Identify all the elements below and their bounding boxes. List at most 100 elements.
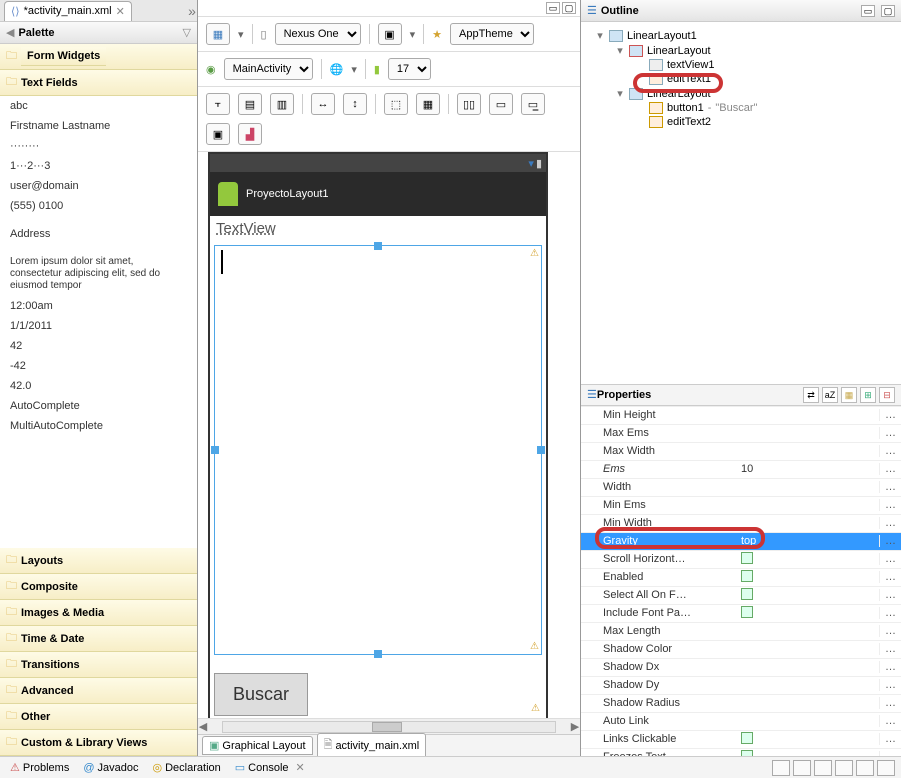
status-btn-4[interactable] — [835, 760, 853, 776]
textview-widget[interactable]: TextView — [210, 216, 546, 241]
theme-select[interactable]: AppTheme — [450, 23, 534, 45]
property-row[interactable]: Shadow Color… — [581, 641, 901, 659]
tool-dist1-icon[interactable]: ▯▯ — [457, 93, 481, 115]
property-row[interactable]: Auto Link… — [581, 713, 901, 731]
palette-item[interactable]: 1···2···3 — [0, 156, 197, 176]
edittext1-widget[interactable]: ⚠ ⚠ — [214, 245, 542, 655]
device-select[interactable]: Nexus One — [275, 23, 361, 45]
palette-item[interactable]: 42.0 — [0, 376, 197, 396]
orientation-icon[interactable]: ▣ — [378, 23, 402, 45]
more-icon[interactable]: … — [879, 661, 901, 673]
property-row[interactable]: Shadow Dy… — [581, 677, 901, 695]
tab-graphical-layout[interactable]: ▣ Graphical Layout — [202, 736, 313, 755]
palette-menu-icon[interactable]: ▽ — [183, 26, 191, 39]
design-canvas[interactable]: ▾ ▮ ProyectoLayout1 TextView — [198, 152, 580, 718]
palette-item[interactable]: AutoComplete — [0, 396, 197, 416]
more-icon[interactable]: … — [879, 445, 901, 457]
more-icon[interactable]: … — [879, 499, 901, 511]
property-row[interactable]: Min Width… — [581, 515, 901, 533]
filter-icon[interactable]: ⇄ — [803, 387, 819, 403]
palette-group-other[interactable]: 🗀Other — [0, 704, 197, 730]
properties-table[interactable]: Min Height…Max Ems…Max Width…Ems10…Width… — [581, 406, 901, 757]
palette-group-composite[interactable]: 🗀Composite — [0, 574, 197, 600]
more-icon[interactable]: … — [879, 679, 901, 691]
property-row[interactable]: Gravitytop… — [581, 533, 901, 551]
checkbox-icon[interactable] — [741, 588, 753, 600]
property-row[interactable]: Links Clickable… — [581, 731, 901, 749]
tool-align1-icon[interactable]: ↔ — [311, 93, 335, 115]
outline-node-et1[interactable]: editText1 — [587, 72, 895, 86]
more-icon[interactable]: … — [879, 697, 901, 709]
more-icon[interactable]: … — [879, 427, 901, 439]
more-icon[interactable]: … — [879, 409, 901, 421]
property-row[interactable]: Width… — [581, 479, 901, 497]
palette-group-images-media[interactable]: 🗀Images & Media — [0, 600, 197, 626]
tool-align2-icon[interactable]: ↕ — [343, 93, 367, 115]
palette-item[interactable] — [0, 244, 197, 252]
tool-dist5-icon[interactable]: ▟ — [238, 123, 262, 145]
palette-item[interactable] — [0, 216, 197, 224]
more-icon[interactable]: … — [879, 607, 901, 619]
tab-activity-xml[interactable]: 🗎 activity_main.xml — [317, 733, 427, 756]
status-btn-5[interactable] — [856, 760, 874, 776]
property-row[interactable]: Enabled… — [581, 569, 901, 587]
more-icon[interactable]: … — [879, 715, 901, 727]
outline-node-root[interactable]: ▾LinearLayout1 — [587, 28, 895, 43]
outline-node-btn1[interactable]: button1 - "Buscar" — [587, 101, 895, 115]
tab-javadoc[interactable]: @Javadoc — [79, 761, 142, 775]
sort-icon[interactable]: aZ — [822, 387, 838, 403]
palette-item[interactable]: -42 — [0, 356, 197, 376]
buscar-button[interactable]: Buscar — [214, 673, 308, 716]
editor-tab[interactable]: ⟨⟩ *activity_main.xml ✕ — [4, 1, 132, 21]
outline-node-et2[interactable]: editText2 — [587, 115, 895, 129]
palette-group-transitions[interactable]: 🗀Transitions — [0, 652, 197, 678]
palette-group-text-fields[interactable]: 🗀 Text Fields — [0, 70, 197, 96]
checkbox-icon[interactable] — [741, 552, 753, 564]
palette-item[interactable]: 1/1/2011 — [0, 316, 197, 336]
palette-item[interactable]: ········ — [0, 136, 197, 156]
checkbox-icon[interactable] — [741, 570, 753, 582]
outline-node-tv1[interactable]: textView1 — [587, 58, 895, 72]
collapse-icon[interactable]: ⊟ — [879, 387, 895, 403]
more-icon[interactable]: … — [879, 571, 901, 583]
tool-layout2-icon[interactable]: ▤ — [238, 93, 262, 115]
palette-item[interactable]: (555) 0100 — [0, 196, 197, 216]
palette-item[interactable]: user@domain — [0, 176, 197, 196]
more-icon[interactable]: … — [879, 553, 901, 565]
close-icon[interactable]: ✕ — [116, 5, 125, 18]
property-row[interactable]: Max Length… — [581, 623, 901, 641]
more-icon[interactable]: … — [879, 481, 901, 493]
palette-item[interactable]: 42 — [0, 336, 197, 356]
palette-group-custom[interactable]: 🗀Custom & Library Views — [0, 730, 197, 756]
tool-sel1-icon[interactable]: ⬚ — [384, 93, 408, 115]
palette-group-advanced[interactable]: 🗀Advanced — [0, 678, 197, 704]
checkbox-icon[interactable] — [741, 732, 753, 744]
maximize-icon[interactable]: ▢ — [881, 5, 895, 17]
close-icon[interactable]: ✕ — [296, 761, 305, 774]
palette-item[interactable]: Address — [0, 224, 197, 244]
tab-declaration[interactable]: ◎Declaration — [149, 760, 225, 775]
more-icon[interactable]: … — [879, 589, 901, 601]
palette-group-time-date[interactable]: 🗀Time & Date — [0, 626, 197, 652]
palette-group-layouts[interactable]: 🗀Layouts — [0, 548, 197, 574]
config-icon[interactable]: ▦ — [206, 23, 230, 45]
property-row[interactable]: Shadow Dx… — [581, 659, 901, 677]
tool-dist3-icon[interactable]: ▭̲ — [521, 93, 545, 115]
more-icon[interactable]: … — [879, 517, 901, 529]
minimize-icon[interactable]: ▭ — [546, 2, 560, 14]
checkbox-icon[interactable] — [741, 750, 753, 757]
more-icon[interactable]: … — [879, 643, 901, 655]
maximize-icon[interactable]: ▢ — [562, 2, 576, 14]
property-row[interactable]: Ems10… — [581, 461, 901, 479]
property-row[interactable]: Select All On F…… — [581, 587, 901, 605]
more-icon[interactable]: … — [879, 625, 901, 637]
tool-dist2-icon[interactable]: ▭ — [489, 93, 513, 115]
palette-item[interactable]: Firstname Lastname — [0, 116, 197, 136]
palette-item[interactable]: abc — [0, 96, 197, 116]
property-row[interactable]: Freezes Text… — [581, 749, 901, 757]
tool-dist4-icon[interactable]: ▣ — [206, 123, 230, 145]
palette-item[interactable]: Lorem ipsum dolor sit amet, consectetur … — [0, 252, 197, 296]
more-icon[interactable]: … — [879, 733, 901, 745]
tool-layout1-icon[interactable]: ⫟ — [206, 93, 230, 115]
status-btn-3[interactable] — [814, 760, 832, 776]
